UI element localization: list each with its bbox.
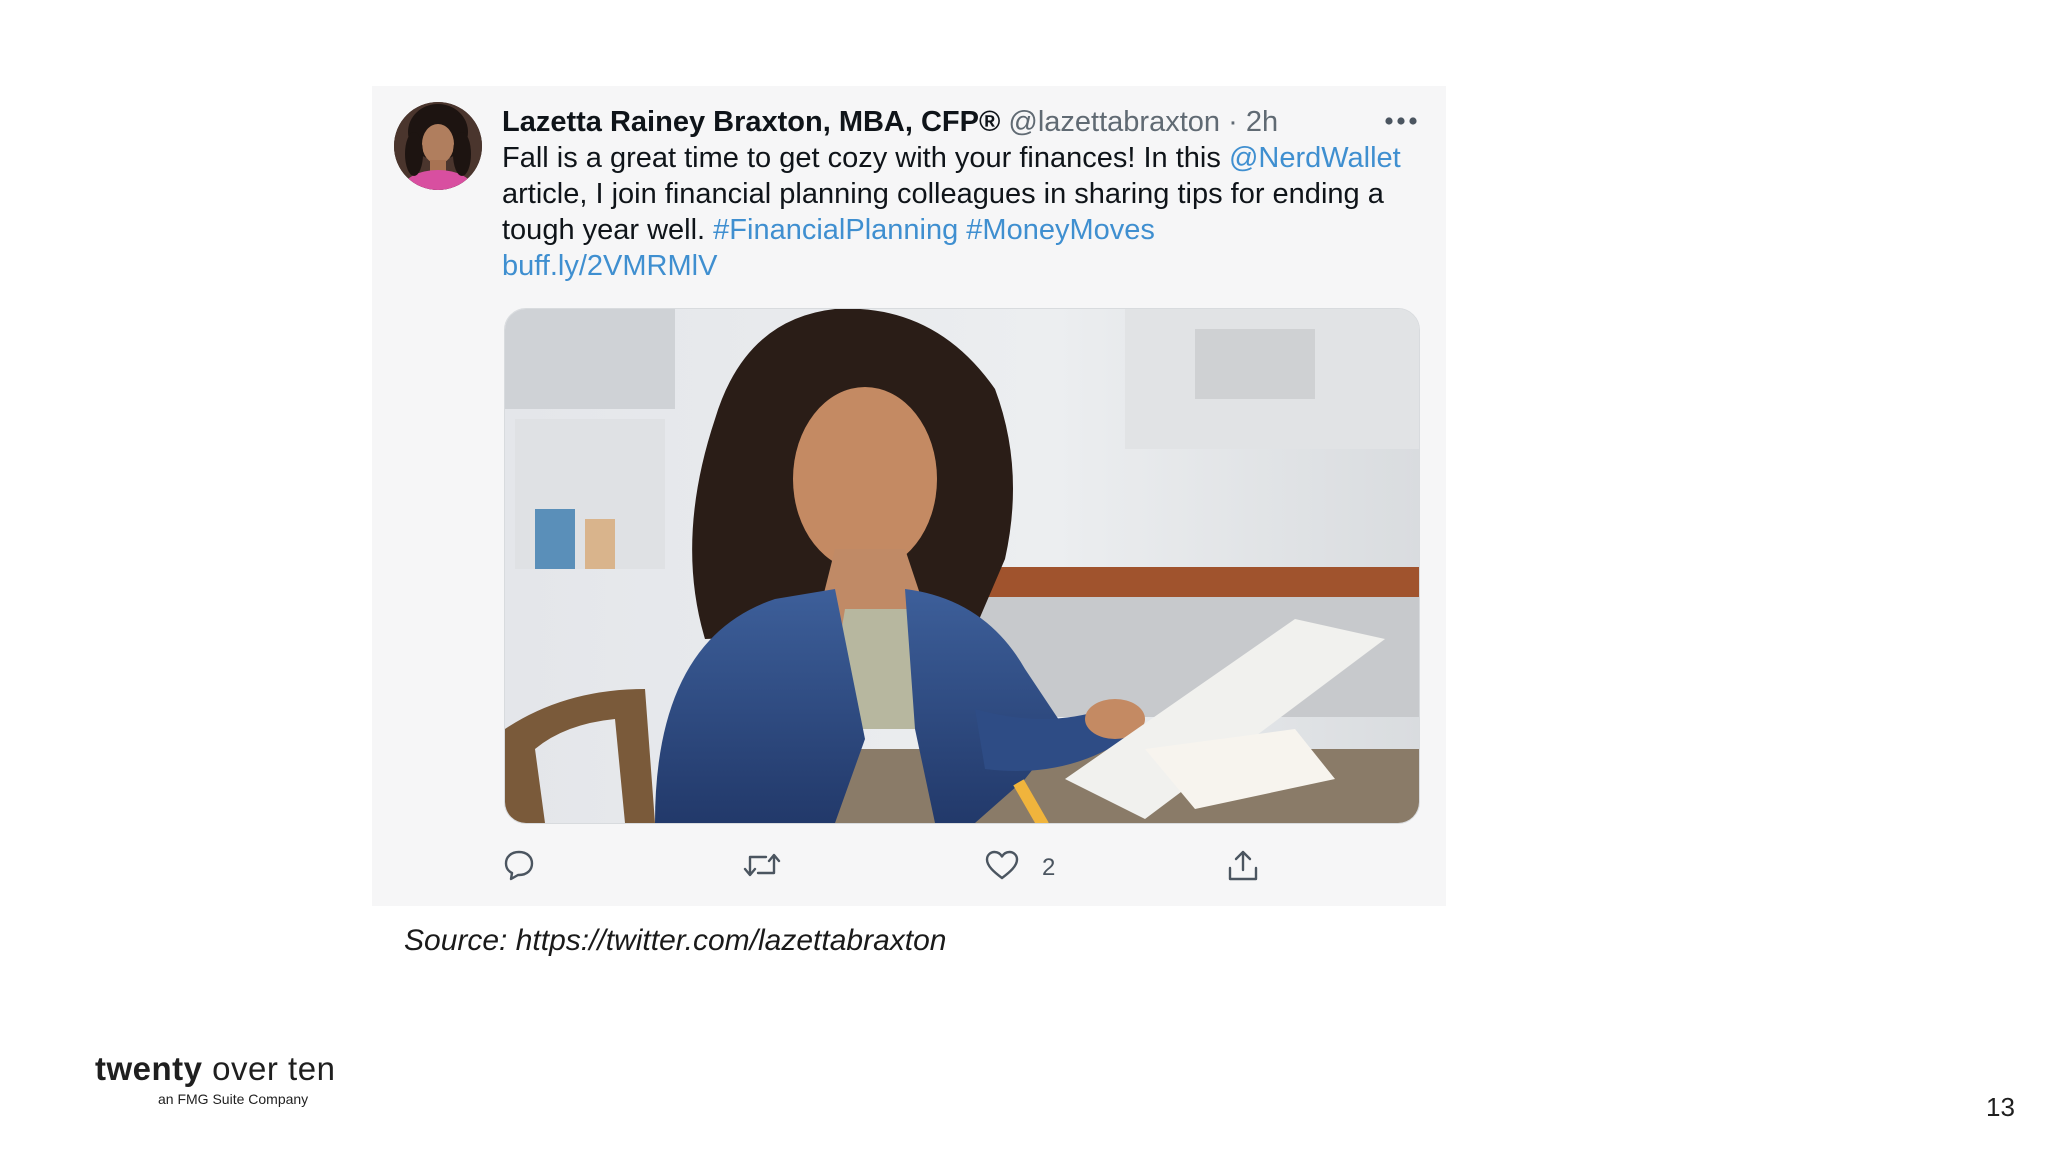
share-icon[interactable] (1226, 848, 1260, 888)
avatar[interactable] (394, 102, 482, 190)
tweet-time[interactable]: 2h (1246, 106, 1278, 138)
tweet-header: Lazetta Rainey Braxton, MBA, CFP® @lazet… (502, 102, 1278, 142)
like-count: 2 (1042, 854, 1056, 881)
reply-icon[interactable] (502, 848, 536, 888)
heart-icon[interactable] (984, 848, 1020, 888)
tweet-text-part1: Fall is a great time to get cozy with yo… (502, 142, 1229, 174)
logo-brand-bold: twenty (95, 1050, 203, 1087)
logo-tagline: an FMG Suite Company (158, 1091, 309, 1107)
slide: Lazetta Rainey Braxton, MBA, CFP® @lazet… (0, 0, 2048, 1152)
page-number: 13 (1986, 1092, 2015, 1122)
more-icon[interactable] (1384, 114, 1418, 128)
source-caption: Source: https://twitter.com/lazettabraxt… (404, 924, 947, 957)
short-link[interactable]: buff.ly/2VMRMlV (502, 250, 717, 282)
logo: twenty over ten (95, 1050, 335, 1088)
retweet-icon[interactable] (742, 848, 782, 888)
tweet-text: Fall is a great time to get cozy with yo… (502, 140, 1412, 284)
logo-brand-rest: over ten (202, 1050, 336, 1087)
tweet-actions: 2 (502, 848, 1262, 888)
tweet-image[interactable] (504, 308, 1420, 824)
tweet-card[interactable]: Lazetta Rainey Braxton, MBA, CFP® @lazet… (372, 86, 1446, 906)
hashtag-financialplanning[interactable]: #FinancialPlanning (713, 214, 958, 246)
author-handle[interactable]: @lazettabraxton (1008, 106, 1220, 138)
author-name[interactable]: Lazetta Rainey Braxton, MBA, CFP® (502, 106, 1000, 138)
mention-link[interactable]: @NerdWallet (1229, 142, 1401, 174)
separator-dot: · (1228, 106, 1238, 138)
hashtag-moneymoves[interactable]: #MoneyMoves (966, 214, 1155, 246)
